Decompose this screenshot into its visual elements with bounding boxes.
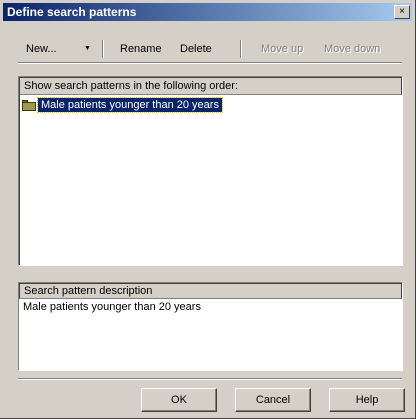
define-search-patterns-dialog: Define search patterns × New... ▼ Rename… xyxy=(0,0,416,419)
bottom-divider xyxy=(18,378,402,380)
chevron-down-icon: ▼ xyxy=(84,45,91,52)
description-header-label: Search pattern description xyxy=(24,285,153,297)
help-button-label: Help xyxy=(355,394,379,406)
list-item[interactable]: Male patients younger than 20 years xyxy=(22,97,223,113)
list-frame: Show search patterns in the following or… xyxy=(19,77,402,265)
delete-button[interactable]: Delete xyxy=(180,38,212,60)
help-button[interactable]: Help xyxy=(329,388,405,412)
cancel-button[interactable]: Cancel xyxy=(235,388,311,412)
window-title: Define search patterns xyxy=(7,5,137,19)
description-header: Search pattern description xyxy=(19,283,402,299)
list-header-label: Show search patterns in the following or… xyxy=(24,80,239,92)
toolbar-divider xyxy=(18,62,402,64)
ok-button-label: OK xyxy=(171,394,187,406)
move-down-button[interactable]: Move down xyxy=(324,38,380,60)
list-column-header[interactable]: Show search patterns in the following or… xyxy=(20,78,402,95)
list-item-label: Male patients younger than 20 years xyxy=(37,97,223,113)
ok-button[interactable]: OK xyxy=(141,388,217,412)
folder-icon xyxy=(22,99,36,111)
toolbar: New... ▼ Rename Delete Move up Move down xyxy=(26,38,398,60)
rename-button[interactable]: Rename xyxy=(120,38,162,60)
new-dropdown-button[interactable]: ▼ xyxy=(84,38,91,60)
new-button-label: New... xyxy=(26,43,57,55)
pattern-description-box: Search pattern description Male patients… xyxy=(18,282,403,371)
close-button[interactable]: × xyxy=(394,5,410,19)
close-icon: × xyxy=(399,6,405,17)
cancel-button-label: Cancel xyxy=(255,394,291,406)
delete-button-label: Delete xyxy=(180,43,212,55)
title-bar: Define search patterns × xyxy=(3,3,412,21)
move-up-button[interactable]: Move up xyxy=(261,38,303,60)
search-patterns-list[interactable]: Show search patterns in the following or… xyxy=(18,76,403,266)
new-button[interactable]: New... xyxy=(26,38,57,60)
description-text: Male patients younger than 20 years xyxy=(23,301,201,313)
toolbar-separator xyxy=(240,40,242,58)
toolbar-separator xyxy=(102,40,104,58)
move-up-button-label: Move up xyxy=(261,43,304,55)
move-down-button-label: Move down xyxy=(324,43,381,55)
rename-button-label: Rename xyxy=(120,43,162,55)
